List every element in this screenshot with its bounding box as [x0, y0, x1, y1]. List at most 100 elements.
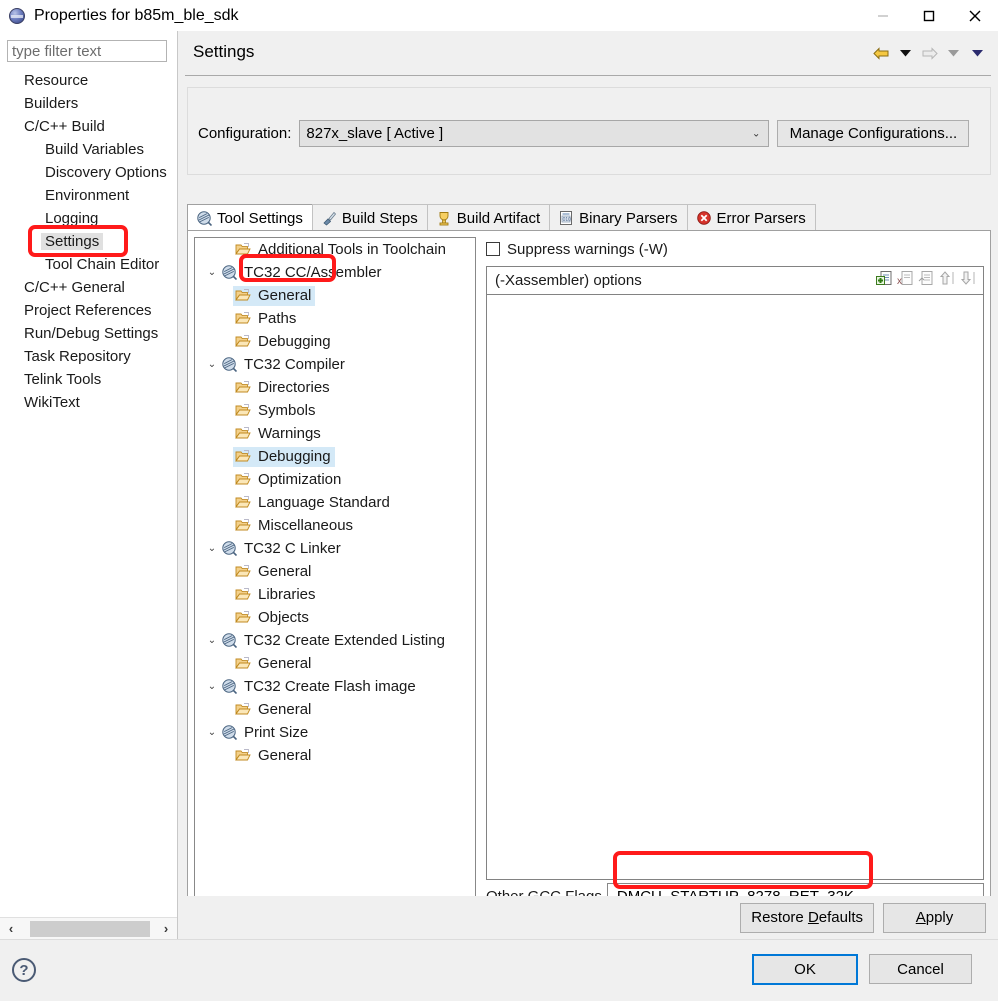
tool-tree-item-symbols[interactable]: Symbols	[195, 399, 475, 422]
close-icon[interactable]	[952, 0, 998, 31]
chevron-down-icon[interactable]: ⌄	[205, 359, 219, 370]
scrollbar-track[interactable]	[22, 918, 155, 940]
page-navigation	[870, 43, 988, 63]
folder-icon	[235, 310, 251, 326]
tool-tree-item-label: Directories	[258, 379, 330, 396]
tool-tree-item-label: TC32 CC/Assembler	[244, 264, 382, 281]
sidebar-item-resource[interactable]: Resource	[0, 69, 177, 92]
suppress-warnings-checkbox[interactable]	[486, 242, 500, 256]
sidebar-item-run-debug-settings[interactable]: Run/Debug Settings	[0, 322, 177, 345]
tool-tree-item-debugging[interactable]: Debugging	[195, 330, 475, 353]
chevron-down-icon[interactable]: ⌄	[205, 543, 219, 554]
restore-defaults-label: Restore Defaults	[751, 909, 863, 926]
dialog-footer: ? OK Cancel	[0, 939, 998, 1001]
tool-tree-item-general[interactable]: General	[195, 698, 475, 721]
maximize-icon[interactable]	[906, 0, 952, 31]
sidebar-item-wikitext[interactable]: WikiText	[0, 391, 177, 414]
restore-defaults-button[interactable]: Restore Defaults	[740, 903, 874, 933]
ok-button[interactable]: OK	[752, 954, 858, 985]
tool-tree-item-optimization[interactable]: Optimization	[195, 468, 475, 491]
forward-dropdown-icon	[942, 43, 964, 63]
tab-tool-settings[interactable]: Tool Settings	[187, 204, 313, 231]
options-list-toolbar: x	[876, 270, 977, 292]
tool-tree-item-content: Optimization	[233, 470, 345, 490]
tool-tree-item-objects[interactable]: Objects	[195, 606, 475, 629]
tab-error-parsers[interactable]: Error Parsers	[687, 204, 816, 231]
window-controls	[860, 0, 998, 31]
sidebar-item-c-c-build[interactable]: C/C++ Build	[0, 115, 177, 138]
tool-tree-item-content: Symbols	[233, 401, 320, 421]
sidebar-item-build-variables[interactable]: Build Variables	[0, 138, 177, 161]
tool-tree-item-warnings[interactable]: Warnings	[195, 422, 475, 445]
tool-tree-item-content: Objects	[233, 608, 313, 628]
tool-tree-item-content: Language Standard	[233, 493, 394, 513]
tool-tree-item-content: TC32 Create Flash image	[219, 677, 420, 697]
tool-tree[interactable]: Additional Tools in Toolchain ⌄ TC32 CC/As…	[194, 237, 476, 913]
tool-tree-item-tc32-c-linker[interactable]: ⌄TC32 C Linker	[195, 537, 475, 560]
tool-tree-item-tc32-cc-assembler[interactable]: ⌄ TC32 CC/Assembler	[195, 261, 475, 284]
build-artifact-icon	[436, 210, 452, 226]
sidebar-item-discovery-options[interactable]: Discovery Options	[0, 161, 177, 184]
chevron-down-icon[interactable]: ⌄	[205, 727, 219, 738]
back-arrow-icon[interactable]	[870, 43, 892, 63]
sidebar-item-label: Run/Debug Settings	[24, 325, 158, 342]
tool-tree-item-tc32-compiler[interactable]: ⌄ TC32 Compiler	[195, 353, 475, 376]
tool-tree-item-general[interactable]: General	[195, 284, 475, 307]
apply-button[interactable]: Apply	[883, 903, 986, 933]
scrollbar-thumb[interactable]	[30, 921, 150, 937]
tool-tree-item-general[interactable]: General	[195, 560, 475, 583]
filter-input[interactable]: type filter text	[7, 40, 167, 62]
tool-tree-item-miscellaneous[interactable]: Miscellaneous	[195, 514, 475, 537]
sidebar-item-project-references[interactable]: Project References	[0, 299, 177, 322]
chevron-down-icon[interactable]: ⌄	[205, 681, 219, 692]
minimize-icon[interactable]	[860, 0, 906, 31]
sidebar-item-builders[interactable]: Builders	[0, 92, 177, 115]
chevron-down-icon[interactable]: ⌄	[205, 635, 219, 646]
tool-tree-item-label: TC32 Compiler	[244, 356, 345, 373]
tool-tree-item-libraries[interactable]: Libraries	[195, 583, 475, 606]
sidebar-item-task-repository[interactable]: Task Repository	[0, 345, 177, 368]
tool-tree-item-directories[interactable]: Directories	[195, 376, 475, 399]
tab-build-steps[interactable]: Build Steps	[312, 204, 428, 231]
cancel-button[interactable]: Cancel	[869, 954, 972, 984]
tool-tree-item-tc32-create-extended-listing[interactable]: ⌄TC32 Create Extended Listing	[195, 629, 475, 652]
scroll-left-icon[interactable]: ‹	[0, 918, 22, 940]
sidebar-item-settings[interactable]: Settings	[0, 230, 177, 253]
tool-tree-item-general[interactable]: General	[195, 652, 475, 675]
tool-tree-item-tc32-create-flash-image[interactable]: ⌄TC32 Create Flash image	[195, 675, 475, 698]
options-list-title: (-Xassembler) options	[495, 272, 642, 289]
chevron-down-icon[interactable]: ⌄	[205, 267, 219, 278]
back-dropdown-icon[interactable]	[894, 43, 916, 63]
sidebar-item-c-c-general[interactable]: C/C++ General	[0, 276, 177, 299]
tool-tree-item-general[interactable]: General	[195, 744, 475, 767]
configuration-label: Configuration:	[198, 125, 291, 142]
sidebar-item-environment[interactable]: Environment	[0, 184, 177, 207]
sidebar-horizontal-scrollbar[interactable]: ‹ ›	[0, 917, 177, 939]
tool-tree-item-content: Paths	[233, 309, 300, 329]
tab-build-artifact[interactable]: Build Artifact	[427, 204, 550, 231]
scroll-right-icon[interactable]: ›	[155, 918, 177, 940]
menu-dropdown-icon[interactable]	[966, 43, 988, 63]
options-list-body[interactable]	[487, 295, 983, 879]
tool-tree-item-print-size[interactable]: ⌄ Print Size	[195, 721, 475, 744]
add-option-icon[interactable]	[876, 270, 893, 292]
tool-tree-item-debugging[interactable]: Debugging	[195, 445, 475, 468]
tab-label: Build Artifact	[457, 210, 540, 227]
configuration-select[interactable]: 827x_slave [ Active ] ⌄	[299, 120, 769, 147]
tool-tree-item-paths[interactable]: Paths	[195, 307, 475, 330]
folder-icon	[235, 563, 251, 579]
option-column: Suppress warnings (-W) (-Xassembler) opt…	[486, 237, 984, 911]
manage-configurations-button[interactable]: Manage Configurations...	[777, 120, 969, 147]
sidebar-item-telink-tools[interactable]: Telink Tools	[0, 368, 177, 391]
move-up-icon	[939, 270, 956, 292]
tool-tree-item-additional-tools-in-toolchain[interactable]: Additional Tools in Toolchain	[195, 238, 475, 261]
tab-binary-parsers[interactable]: 010Binary Parsers	[549, 204, 687, 231]
tool-tree-item-label: Optimization	[258, 471, 341, 488]
tool-tree-item-language-standard[interactable]: Language Standard	[195, 491, 475, 514]
delete-option-icon: x	[897, 270, 914, 292]
tool-tree-item-label: Print Size	[244, 724, 308, 741]
help-icon[interactable]: ?	[12, 958, 36, 982]
suppress-warnings-row[interactable]: Suppress warnings (-W)	[486, 238, 984, 260]
sidebar-item-logging[interactable]: Logging	[0, 207, 177, 230]
sidebar-item-tool-chain-editor[interactable]: Tool Chain Editor	[0, 253, 177, 276]
